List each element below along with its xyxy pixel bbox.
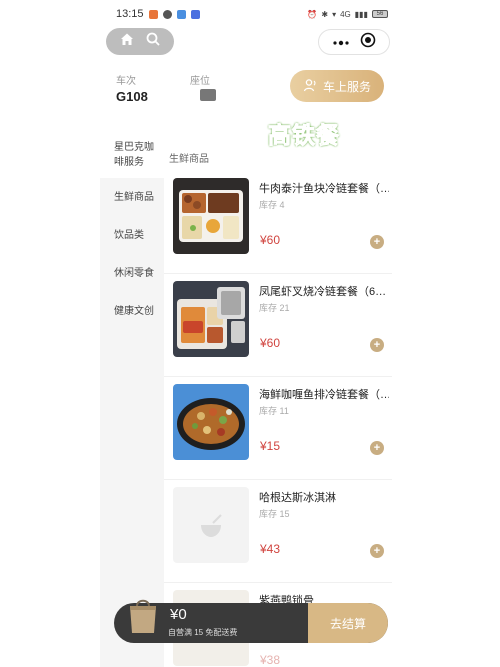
- train-info: 车次 座位 G108: [116, 70, 276, 110]
- shopping-bag-icon[interactable]: [128, 596, 158, 634]
- product-image-shrimp-char-siu: [173, 281, 249, 357]
- section-title: 生鲜商品: [169, 154, 209, 165]
- add-to-cart-button[interactable]: +: [370, 235, 384, 249]
- product-stock: 库存 15: [259, 509, 290, 519]
- onboard-service-label: 车上服务: [322, 79, 371, 94]
- product-price: ¥15: [260, 439, 281, 453]
- product-item[interactable]: 哈根达斯冰淇淋 库存 15 ¥43 +: [164, 480, 392, 583]
- more-dots-icon[interactable]: [332, 33, 350, 51]
- app-notification-icon: [148, 9, 158, 19]
- sidebar-item-label: 生鲜商品: [114, 191, 154, 203]
- train-label: 车次: [116, 76, 136, 87]
- product-image-beef-fish: [173, 178, 249, 254]
- top-nav-pill: [106, 28, 174, 55]
- search-icon[interactable]: [145, 31, 161, 52]
- signal-icon: ▮▮▮: [354, 9, 368, 19]
- product-image-placeholder: [173, 487, 249, 563]
- mail-notification-icon: [176, 9, 186, 19]
- sidebar-item-label: 健康文创: [114, 305, 154, 317]
- close-target-icon[interactable]: [360, 32, 376, 53]
- product-item[interactable]: 牛肉泰汁鱼块冷链套餐（… 库存 4 ¥60 +: [164, 171, 392, 274]
- onboard-service-button[interactable]: 车上服务: [290, 70, 384, 102]
- service-person-icon: [303, 78, 317, 95]
- signal-label: 4G: [340, 9, 351, 19]
- product-price: ¥60: [260, 336, 281, 350]
- product-name: 哈根达斯冰淇淋: [259, 492, 336, 504]
- product-stock: 库存 11: [259, 406, 289, 416]
- train-number: G108: [116, 89, 148, 104]
- sidebar-item-snacks[interactable]: 休闲零食: [100, 254, 164, 292]
- product-price: ¥38: [260, 653, 281, 667]
- chat-notification-icon: [162, 9, 172, 19]
- alarm-icon: ⏰: [307, 9, 318, 19]
- add-to-cart-button[interactable]: +: [370, 338, 384, 352]
- browser-notification-icon: [190, 9, 200, 19]
- miniprogram-capsule: [318, 29, 390, 55]
- checkout-button[interactable]: 去结算: [308, 603, 388, 643]
- add-to-cart-button[interactable]: +: [370, 441, 384, 455]
- status-right: ⏰ ✱ ▾ 4G ▮▮▮ 56: [307, 10, 388, 19]
- sidebar-item-drinks[interactable]: 饮品类: [100, 216, 164, 254]
- sidebar-item-starbucks[interactable]: 星巴克咖啡服务: [100, 128, 164, 178]
- seat-label: 座位: [190, 76, 210, 87]
- sidebar-item-fresh[interactable]: 生鲜商品: [100, 178, 164, 216]
- product-stock: 库存 4: [259, 200, 285, 210]
- home-icon[interactable]: [119, 31, 135, 52]
- sidebar-item-label: 休闲零食: [114, 267, 154, 279]
- product-stock: 库存 21: [259, 303, 290, 313]
- product-item[interactable]: 海鲜咖喱鱼排冷链套餐（… 库存 11 ¥15 +: [164, 377, 392, 480]
- wifi-icon: ▾: [332, 9, 337, 19]
- product-price: ¥60: [260, 233, 281, 247]
- sidebar-item-culture[interactable]: 健康文创: [100, 292, 164, 330]
- seat-number-redacted: [200, 89, 216, 101]
- product-list: 生鲜商品 牛肉泰汁鱼块冷链套餐（… 库存 4 ¥60 + 凤尾虾叉烧冷链套餐（6…: [164, 128, 392, 667]
- product-item[interactable]: 凤尾虾叉烧冷链套餐（6… 库存 21 ¥60 +: [164, 274, 392, 377]
- cart-amount: ¥0: [170, 606, 187, 623]
- product-price: ¥43: [260, 542, 281, 556]
- product-name: 海鲜咖喱鱼排冷链套餐（…: [259, 389, 389, 401]
- status-left: 13:15: [116, 8, 200, 20]
- bluetooth-icon: ✱: [321, 9, 329, 19]
- sidebar-item-label: 星巴克咖啡服务: [114, 142, 154, 168]
- product-name: 凤尾虾叉烧冷链套餐（6…: [259, 286, 387, 298]
- sidebar-item-label: 饮品类: [114, 229, 144, 241]
- add-to-cart-button[interactable]: +: [370, 544, 384, 558]
- status-time: 13:15: [116, 8, 144, 20]
- category-sidebar: 星巴克咖啡服务 生鲜商品 饮品类 休闲零食 健康文创: [100, 128, 164, 667]
- product-name: 牛肉泰汁鱼块冷链套餐（…: [259, 183, 389, 195]
- product-image-seafood-curry: [173, 384, 249, 460]
- status-bar: 13:15 ⏰ ✱ ▾ 4G ▮▮▮ 56: [0, 0, 500, 28]
- battery-icon: 56: [372, 10, 388, 18]
- delivery-note: 自营满 15 免配送费: [168, 628, 238, 637]
